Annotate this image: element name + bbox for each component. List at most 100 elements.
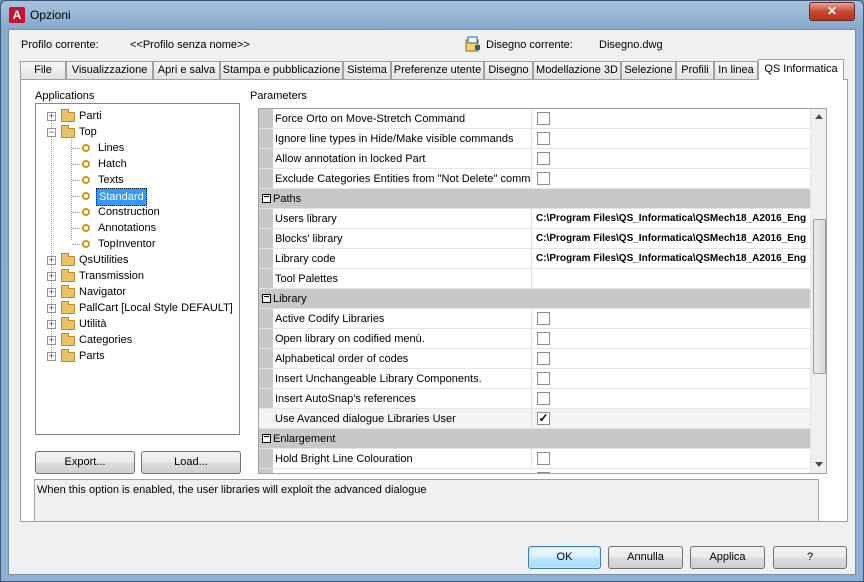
- checkbox[interactable]: [537, 152, 550, 165]
- grid-row[interactable]: Library code C:\Program Files\QS_Informa…: [259, 249, 810, 269]
- tab-sistema[interactable]: Sistema: [343, 61, 391, 79]
- expand-icon[interactable]: +: [47, 336, 56, 345]
- tree-item-hatch[interactable]: Hatch: [36, 156, 236, 172]
- tree-item-standard[interactable]: Standard: [36, 188, 236, 206]
- collapse-icon[interactable]: −: [47, 128, 56, 137]
- collapse-icon[interactable]: −: [262, 193, 271, 203]
- row-name: Force Orto on Move-Stretch Command: [273, 109, 532, 129]
- row-name: Allow annotation in locked Part: [273, 149, 532, 169]
- expand-icon[interactable]: +: [47, 256, 56, 265]
- checkbox[interactable]: [537, 172, 550, 185]
- tab-profili[interactable]: Profili: [676, 61, 714, 79]
- category-enlargement[interactable]: − Enlargement: [259, 429, 810, 449]
- grid-row[interactable]: Blocks' library C:\Program Files\QS_Info…: [259, 229, 810, 249]
- scroll-up-icon[interactable]: [815, 114, 823, 119]
- grid-row[interactable]: Hold Bright Line Colouration: [259, 449, 810, 469]
- tree-item-parti[interactable]: + Parti: [36, 108, 236, 124]
- applications-label: Applications: [35, 90, 95, 102]
- checkbox[interactable]: [537, 332, 550, 345]
- checkbox[interactable]: [537, 372, 550, 385]
- tree-item-parts[interactable]: + Parts: [36, 348, 236, 364]
- expand-icon[interactable]: +: [47, 304, 56, 313]
- tab-qs-informatica[interactable]: QS Informatica: [758, 59, 844, 80]
- tree-item-topinventor[interactable]: TopInventor: [36, 236, 236, 252]
- tree-item-lines[interactable]: Lines: [36, 140, 236, 156]
- tab-file[interactable]: File: [20, 61, 66, 79]
- tree-item-texts[interactable]: Texts: [36, 172, 236, 188]
- checkbox[interactable]: [537, 112, 550, 125]
- tree-item-categories[interactable]: + Categories: [36, 332, 236, 348]
- grid-row-selected[interactable]: Use Avanced dialogue Libraries User ✓: [259, 409, 810, 429]
- expand-icon[interactable]: +: [47, 272, 56, 281]
- row-value[interactable]: C:\Program Files\QS_Informatica\QSMech18…: [532, 249, 810, 269]
- options-window: A Opzioni ✕ Profilo corrente: <<Profilo …: [0, 0, 864, 582]
- grid-row[interactable]: Open library on codified menù.: [259, 329, 810, 349]
- expand-icon[interactable]: +: [47, 352, 56, 361]
- grid-row[interactable]: Users library C:\Program Files\QS_Inform…: [259, 209, 810, 229]
- checkbox[interactable]: [537, 352, 550, 365]
- tree-item-qsutilities[interactable]: + QsUtilities: [36, 252, 236, 268]
- grid-row[interactable]: Force Orto on Move-Stretch Command: [259, 109, 810, 129]
- title-bar[interactable]: A Opzioni ✕: [1, 1, 863, 29]
- grid-row[interactable]: Ignore line types in Hide/Make visible c…: [259, 129, 810, 149]
- row-name: Ignore line types in Hide/Make visible c…: [273, 129, 532, 149]
- checkbox[interactable]: [537, 312, 550, 325]
- grid-row[interactable]: Exclude Categories Entities from "Not De…: [259, 169, 810, 189]
- tab-preferenze-utente[interactable]: Preferenze utente: [391, 61, 484, 79]
- row-name: Users library: [273, 209, 532, 229]
- tree-item-top[interactable]: − Top: [36, 124, 236, 140]
- category-paths[interactable]: − Paths: [259, 189, 810, 209]
- tree-item-utilita[interactable]: + Utilità: [36, 316, 236, 332]
- grid-row[interactable]: Tool Palettes: [259, 269, 810, 289]
- tab-modellazione-3d[interactable]: Modellazione 3D: [533, 61, 621, 79]
- checkbox-checked[interactable]: ✓: [537, 412, 550, 425]
- checkbox[interactable]: [537, 392, 550, 405]
- category-library[interactable]: − Library: [259, 289, 810, 309]
- grid-row[interactable]: Allow annotation in locked Part: [259, 149, 810, 169]
- row-value[interactable]: C:\Program Files\QS_Informatica\QSMech18…: [532, 209, 810, 229]
- grid-row[interactable]: Insert Unchangeable Library Components.: [259, 369, 810, 389]
- scroll-thumb[interactable]: [813, 219, 826, 374]
- vertical-scrollbar[interactable]: [810, 109, 826, 473]
- tab-disegno[interactable]: Disegno: [484, 61, 533, 79]
- help-button[interactable]: ?: [773, 546, 847, 569]
- tree-guide-line: [72, 228, 82, 229]
- grid-row[interactable]: Insert AutoSnap's references: [259, 389, 810, 409]
- tab-visualizzazione[interactable]: Visualizzazione: [66, 61, 153, 79]
- tree-item-transmission[interactable]: + Transmission: [36, 268, 236, 284]
- expand-icon[interactable]: +: [47, 320, 56, 329]
- applications-tree[interactable]: + Parti − Top Lines Hatch Texts Standard…: [35, 103, 240, 435]
- tree-item-pallcart[interactable]: + PallCart [Local Style DEFAULT]: [36, 300, 236, 316]
- tab-in-linea[interactable]: In linea: [714, 61, 758, 79]
- tree-item-construction[interactable]: Construction: [36, 204, 236, 220]
- parameters-grid[interactable]: Force Orto on Move-Stretch Command Ignor…: [258, 108, 827, 474]
- load-button[interactable]: Load...: [141, 451, 241, 474]
- ok-button[interactable]: OK: [528, 546, 601, 569]
- checkbox[interactable]: [537, 452, 550, 465]
- apply-button[interactable]: Applica: [690, 546, 765, 569]
- row-name: Alphabetical order of codes: [273, 349, 532, 369]
- row-value[interactable]: [532, 269, 810, 289]
- tab-selezione[interactable]: Selezione: [621, 61, 676, 79]
- expand-icon[interactable]: +: [47, 112, 56, 121]
- tab-apri-e-salva[interactable]: Apri e salva: [153, 61, 220, 79]
- collapse-icon[interactable]: −: [262, 293, 271, 303]
- cancel-button[interactable]: Annulla: [608, 546, 683, 569]
- grid-row[interactable]: Active Codify Libraries: [259, 309, 810, 329]
- scroll-down-icon[interactable]: [815, 462, 823, 467]
- export-button[interactable]: Export...: [35, 451, 135, 474]
- grid-row[interactable]: Alphabetical order of codes: [259, 349, 810, 369]
- expand-icon[interactable]: +: [47, 288, 56, 297]
- collapse-icon[interactable]: −: [262, 433, 271, 443]
- close-button[interactable]: ✕: [809, 2, 855, 21]
- row-name: Open library on codified menù.: [273, 329, 532, 349]
- grid-row[interactable]: [259, 469, 810, 473]
- leaf-icon: [82, 176, 90, 184]
- checkbox[interactable]: [537, 132, 550, 145]
- row-value[interactable]: C:\Program Files\QS_Informatica\QSMech18…: [532, 229, 810, 249]
- tab-stampa-e-pubblicazione[interactable]: Stampa e pubblicazione: [220, 61, 343, 79]
- tree-item-navigator[interactable]: + Navigator: [36, 284, 236, 300]
- checkbox[interactable]: [537, 472, 550, 473]
- dialog-client: Profilo corrente: <<Profilo senza nome>>…: [8, 29, 856, 575]
- tree-item-annotations[interactable]: Annotations: [36, 220, 236, 236]
